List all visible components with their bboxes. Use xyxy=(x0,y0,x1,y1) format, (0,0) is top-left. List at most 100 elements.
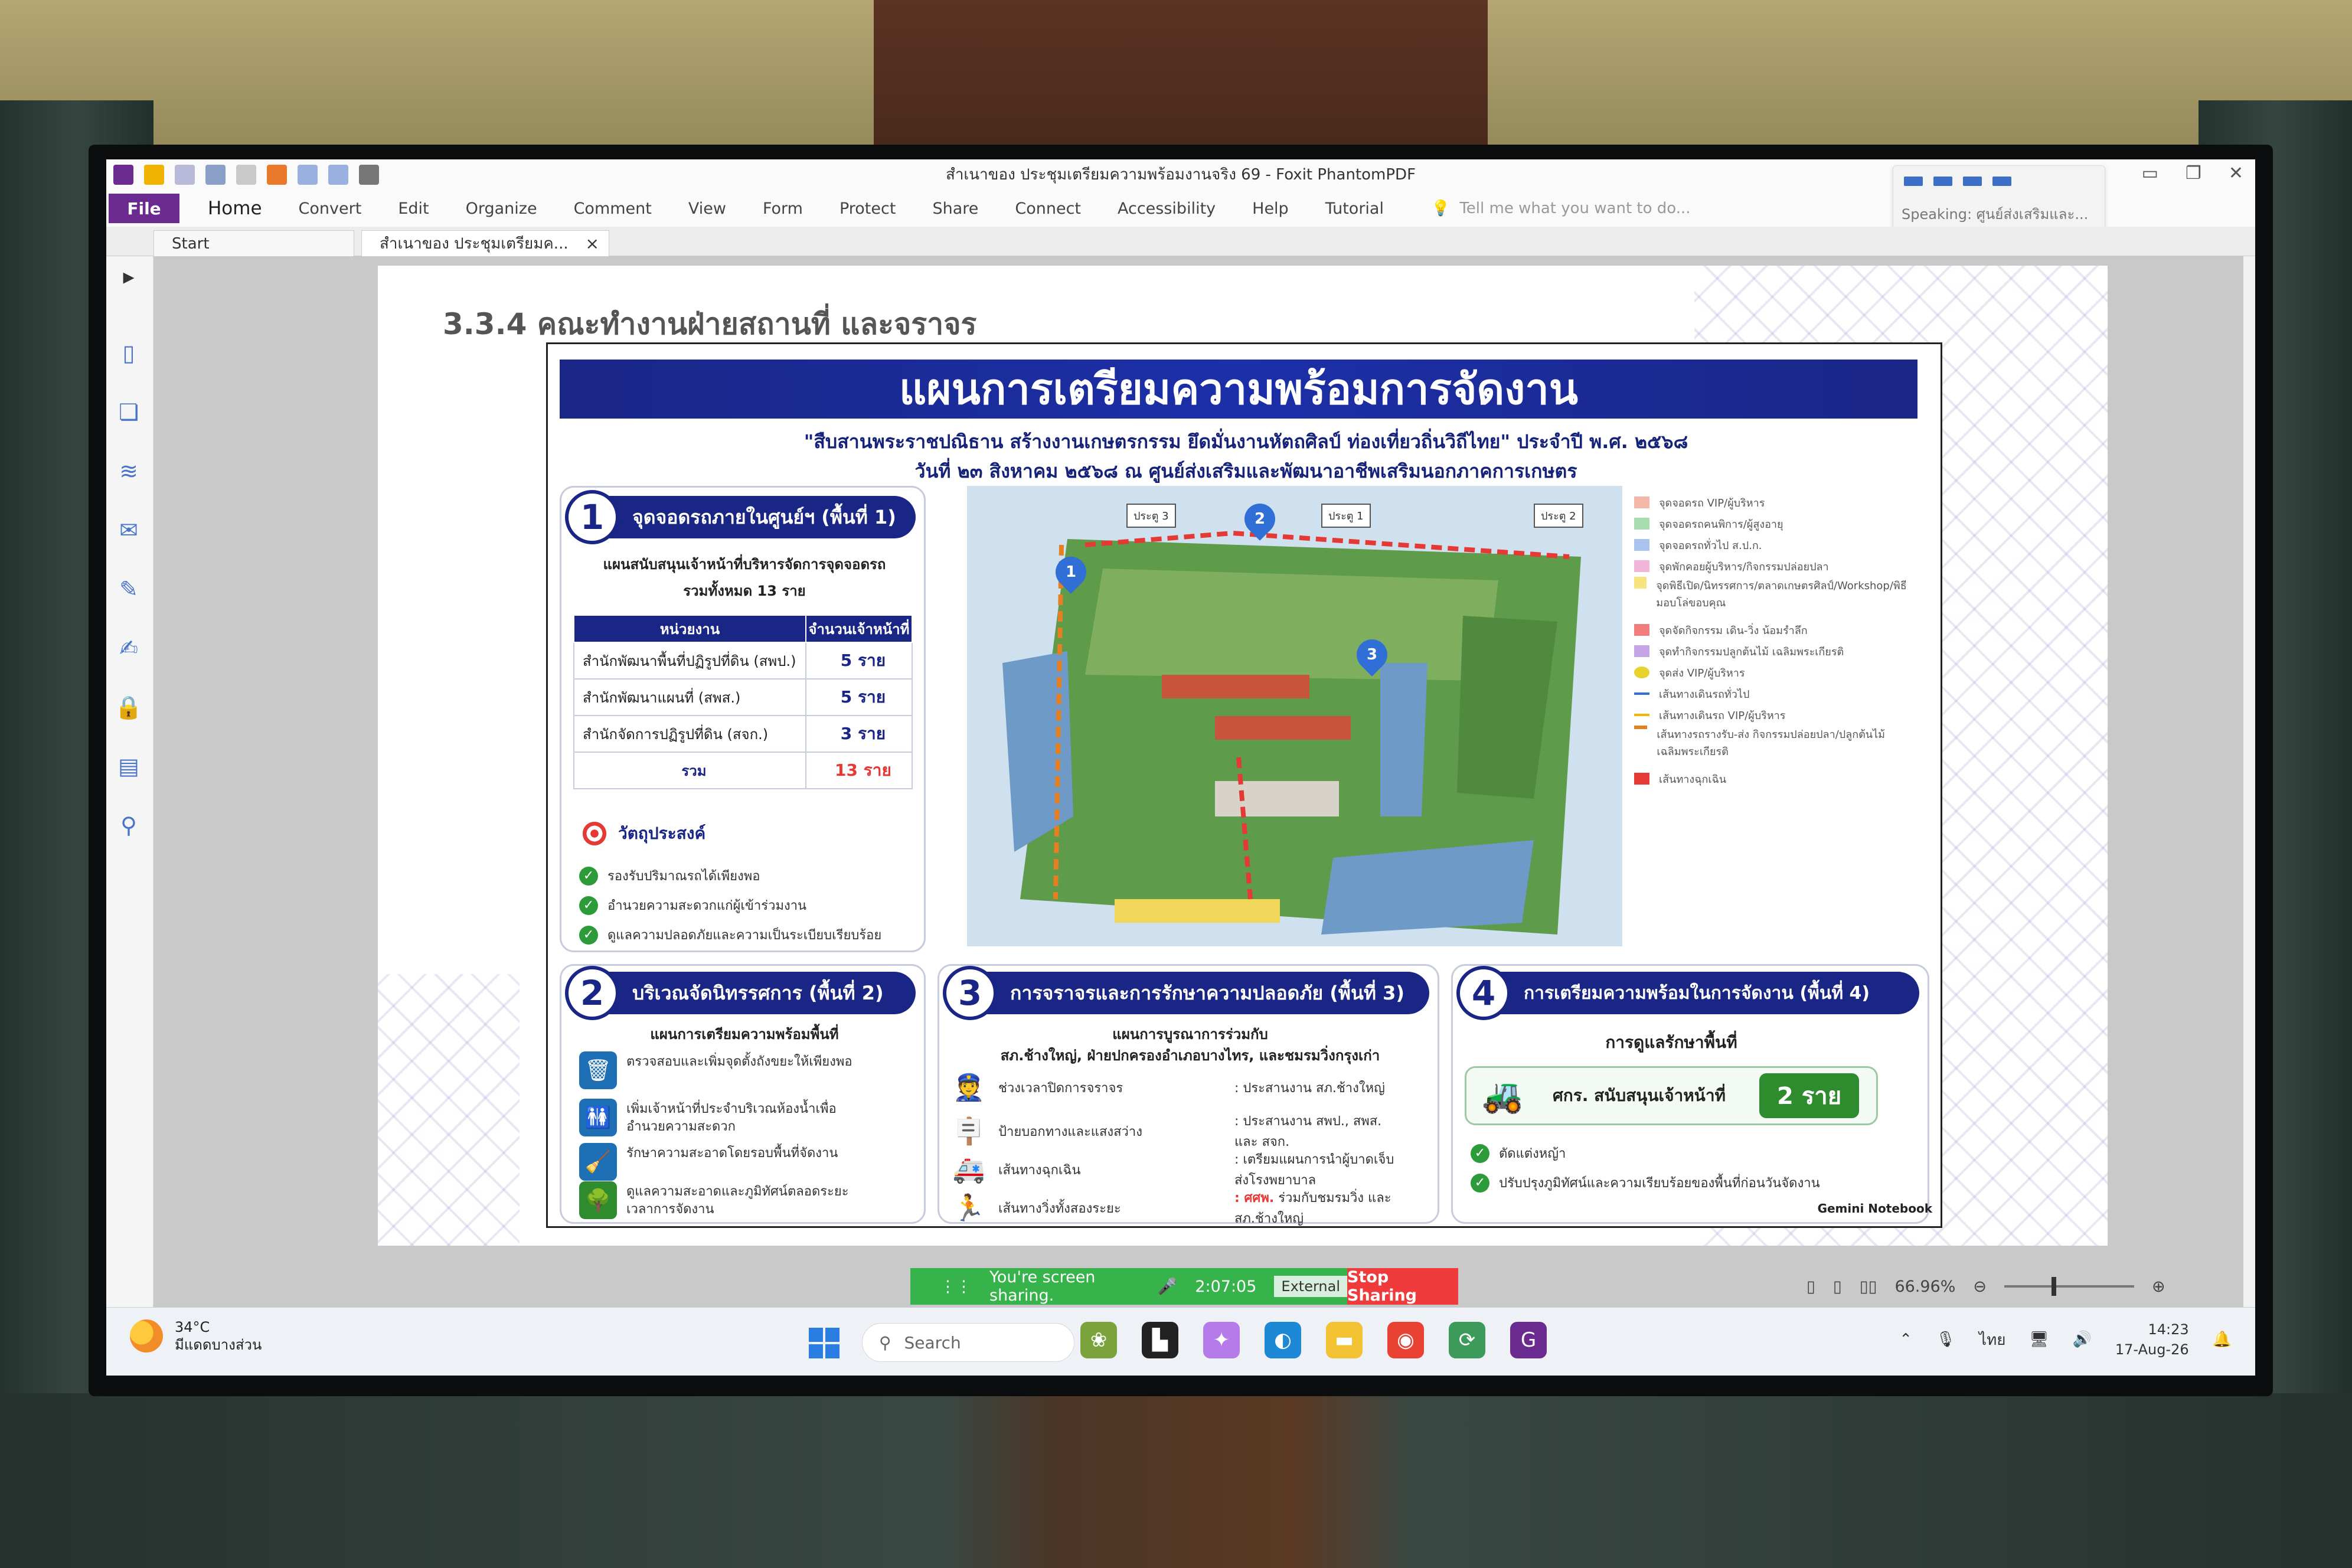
traffic-row: 🪧 ป้ายบอกทางและแสงสว่าง : ประสานงาน สพป.… xyxy=(951,1110,1400,1152)
panel-1-title: จุดจอดรถภายในศูนย์ฯ (พื้นที่ 1) xyxy=(632,505,896,528)
menu-form[interactable]: Form xyxy=(763,200,803,218)
sharing-timer: 2:07:05 xyxy=(1195,1277,1257,1296)
clock[interactable]: 14:23 17-Aug-26 xyxy=(2115,1319,2189,1360)
copilot-icon[interactable]: ✦ xyxy=(1203,1322,1240,1358)
check-icon: ✓ xyxy=(1471,1173,1489,1193)
menu-home[interactable]: Home xyxy=(208,198,262,219)
legend-item: จุดจอดรถ VIP/ผู้บริหาร xyxy=(1634,492,1917,513)
expand-pane-icon[interactable]: ▸ xyxy=(115,262,143,290)
comments-icon[interactable]: ✉ xyxy=(115,516,143,544)
task-view-icon[interactable]: ▙ xyxy=(1142,1322,1178,1358)
traffic-row: 🏃 เส้นทางวิ่งทั้งสองระยะ : ศศพ. ร่วมกับช… xyxy=(951,1187,1400,1229)
windows-start-icon[interactable] xyxy=(809,1328,839,1358)
taskbar-search[interactable]: ⚲ Search xyxy=(862,1323,1074,1362)
restroom-icon: 🚻 xyxy=(579,1099,617,1136)
restore-icon[interactable]: ❐ xyxy=(2186,163,2201,184)
weather-widget[interactable]: 34°C มีแดดบางส่วน xyxy=(130,1318,262,1354)
file-menu[interactable]: File xyxy=(109,194,179,223)
sharing-status-text: You're screen sharing. xyxy=(989,1268,1096,1305)
close-tab-icon[interactable]: × xyxy=(586,234,599,253)
site-map: ประตู 3 ประตู 1 ประตู 2 1 2 3 xyxy=(967,486,1622,946)
foxit-pdf-icon[interactable]: G xyxy=(1510,1322,1547,1358)
menu-help[interactable]: Help xyxy=(1252,200,1289,218)
menu-edit[interactable]: Edit xyxy=(398,200,429,218)
clock-time: 14:23 xyxy=(2148,1321,2189,1338)
legend-item: เส้นทางเดินรถ VIP/ผู้บริหาร xyxy=(1634,704,1917,726)
tree-icon: 🌳 xyxy=(579,1181,617,1219)
zoom-out-icon[interactable]: ⊖ xyxy=(1973,1278,1987,1296)
sharing-status[interactable]: ⋮⋮ You're screen sharing. 🎤 2:07:05 Exte… xyxy=(910,1268,1347,1305)
tab-start[interactable]: Start xyxy=(153,230,354,256)
menu-accessibility[interactable]: Accessibility xyxy=(1118,200,1216,218)
menu-convert[interactable]: Convert xyxy=(299,200,362,218)
content-icon[interactable]: ▤ xyxy=(115,752,143,780)
volume-icon[interactable]: 🔊 xyxy=(2073,1331,2092,1348)
legend-swatch xyxy=(1634,645,1649,657)
objective-item: ✓ รองรับปริมาณรถได้เพียงพอ xyxy=(579,865,760,886)
tell-me-search[interactable]: 💡 Tell me what you want to do... xyxy=(1431,200,1691,217)
zoom-slider-thumb[interactable] xyxy=(2052,1277,2057,1296)
zoom-value[interactable]: 66.96% xyxy=(1894,1278,1955,1296)
menu-tutorial[interactable]: Tutorial xyxy=(1325,200,1384,218)
panel-2-title: บริเวณจัดนิทรรศการ (พื้นที่ 2) xyxy=(632,981,884,1004)
cell-unit: สำนักจัดการปฏิรูปที่ดิน (สจก.) xyxy=(573,715,806,753)
layers-icon[interactable]: ≋ xyxy=(115,457,143,485)
tab-document[interactable]: สำเนาของ ประชุมเตรียมค... × xyxy=(361,230,609,256)
menu-protect[interactable]: Protect xyxy=(839,200,896,218)
menu-share[interactable]: Share xyxy=(932,200,978,218)
table-row: สำนักจัดการปฏิรูปที่ดิน (สจก.) 3 ราย xyxy=(573,715,913,753)
zoom-in-icon[interactable]: ⊕ xyxy=(2152,1278,2165,1296)
panel-2-caption: แผนการเตรียมความพร้อมพื้นที่ xyxy=(650,1026,839,1043)
cell-count: 3 ราย xyxy=(805,715,913,753)
legend-swatch xyxy=(1634,624,1649,636)
minimize-icon[interactable]: ▭ xyxy=(2142,163,2158,184)
lock-icon[interactable]: 🔒 xyxy=(115,693,143,721)
facing-page-icon[interactable]: ▯▯ xyxy=(1860,1278,1877,1296)
legend-swatch xyxy=(1634,496,1649,508)
edge-icon[interactable]: ◐ xyxy=(1265,1322,1301,1358)
meeting-app-icon[interactable]: ⟳ xyxy=(1449,1322,1485,1358)
stop-sharing-button[interactable]: Stop Sharing xyxy=(1347,1268,1458,1305)
police-icon: 👮 xyxy=(952,1073,985,1103)
chevron-up-icon[interactable]: ⌃ xyxy=(1899,1331,1912,1348)
menu-connect[interactable]: Connect xyxy=(1015,200,1081,218)
notification-icon[interactable]: 🔔 xyxy=(2213,1331,2232,1348)
temperature: 34°C xyxy=(175,1319,210,1335)
tab-start-label: Start xyxy=(172,234,210,253)
panel-4-header: 4 การเตรียมความพร้อมในการจัดงาน (พื้นที่… xyxy=(1456,966,1919,1020)
microphone-icon[interactable]: 🎤 xyxy=(1158,1277,1178,1296)
single-page-icon[interactable]: ▯ xyxy=(1807,1278,1815,1296)
menu-comment[interactable]: Comment xyxy=(574,200,652,218)
widget-icon[interactable]: ❀ xyxy=(1080,1322,1117,1358)
traffic-coordinator: : เตรียมแผนการนำผู้บาดเจ็บส่งโรงพยาบาล xyxy=(1234,1152,1394,1188)
legend-item: จุดจัดกิจกรรม เดิน-วิ่ง น้อมรำลึก xyxy=(1634,619,1917,641)
runner-icon: 🏃 xyxy=(952,1193,985,1223)
clock-date: 17-Aug-26 xyxy=(2115,1341,2189,1358)
legend-swatch xyxy=(1634,726,1648,729)
file-explorer-icon[interactable]: ▬ xyxy=(1326,1322,1363,1358)
pages-icon[interactable]: ❏ xyxy=(115,398,143,426)
close-window-icon[interactable]: ✕ xyxy=(2229,163,2243,184)
zoom-slider[interactable] xyxy=(2004,1277,2135,1296)
attachment-icon[interactable]: ✎ xyxy=(115,575,143,603)
continuous-page-icon[interactable]: ▯ xyxy=(1833,1278,1842,1296)
microphone-tray-icon[interactable]: 🎙 xyxy=(1936,1331,1955,1348)
legend-swatch xyxy=(1634,560,1649,572)
signature-icon[interactable]: ✍ xyxy=(115,634,143,662)
drag-handle-icon[interactable]: ⋮⋮ xyxy=(940,1278,972,1296)
check-icon: ✓ xyxy=(579,896,598,915)
panel-2-number: 2 xyxy=(565,966,619,1020)
legend-item: เส้นทางรถรางรับ-ส่ง กิจกรรมปล่อยปลา/ปลูก… xyxy=(1634,726,1917,768)
chrome-icon[interactable]: ◉ xyxy=(1387,1322,1424,1358)
input-language[interactable]: ไทย xyxy=(1979,1328,2005,1352)
traffic-item: ป้ายบอกทางและแสงสว่าง xyxy=(998,1124,1143,1139)
menu-view[interactable]: View xyxy=(688,200,726,218)
find-icon[interactable]: ⚲ xyxy=(115,811,143,839)
bookmark-icon[interactable]: ▯ xyxy=(115,339,143,367)
weather-icon xyxy=(130,1319,163,1353)
menu-organize[interactable]: Organize xyxy=(466,200,537,218)
view-layout-icons[interactable] xyxy=(1904,177,2105,186)
external-badge: External xyxy=(1274,1276,1347,1297)
tell-me-placeholder: Tell me what you want to do... xyxy=(1459,200,1691,217)
network-icon[interactable]: 🖥 xyxy=(2030,1331,2049,1348)
